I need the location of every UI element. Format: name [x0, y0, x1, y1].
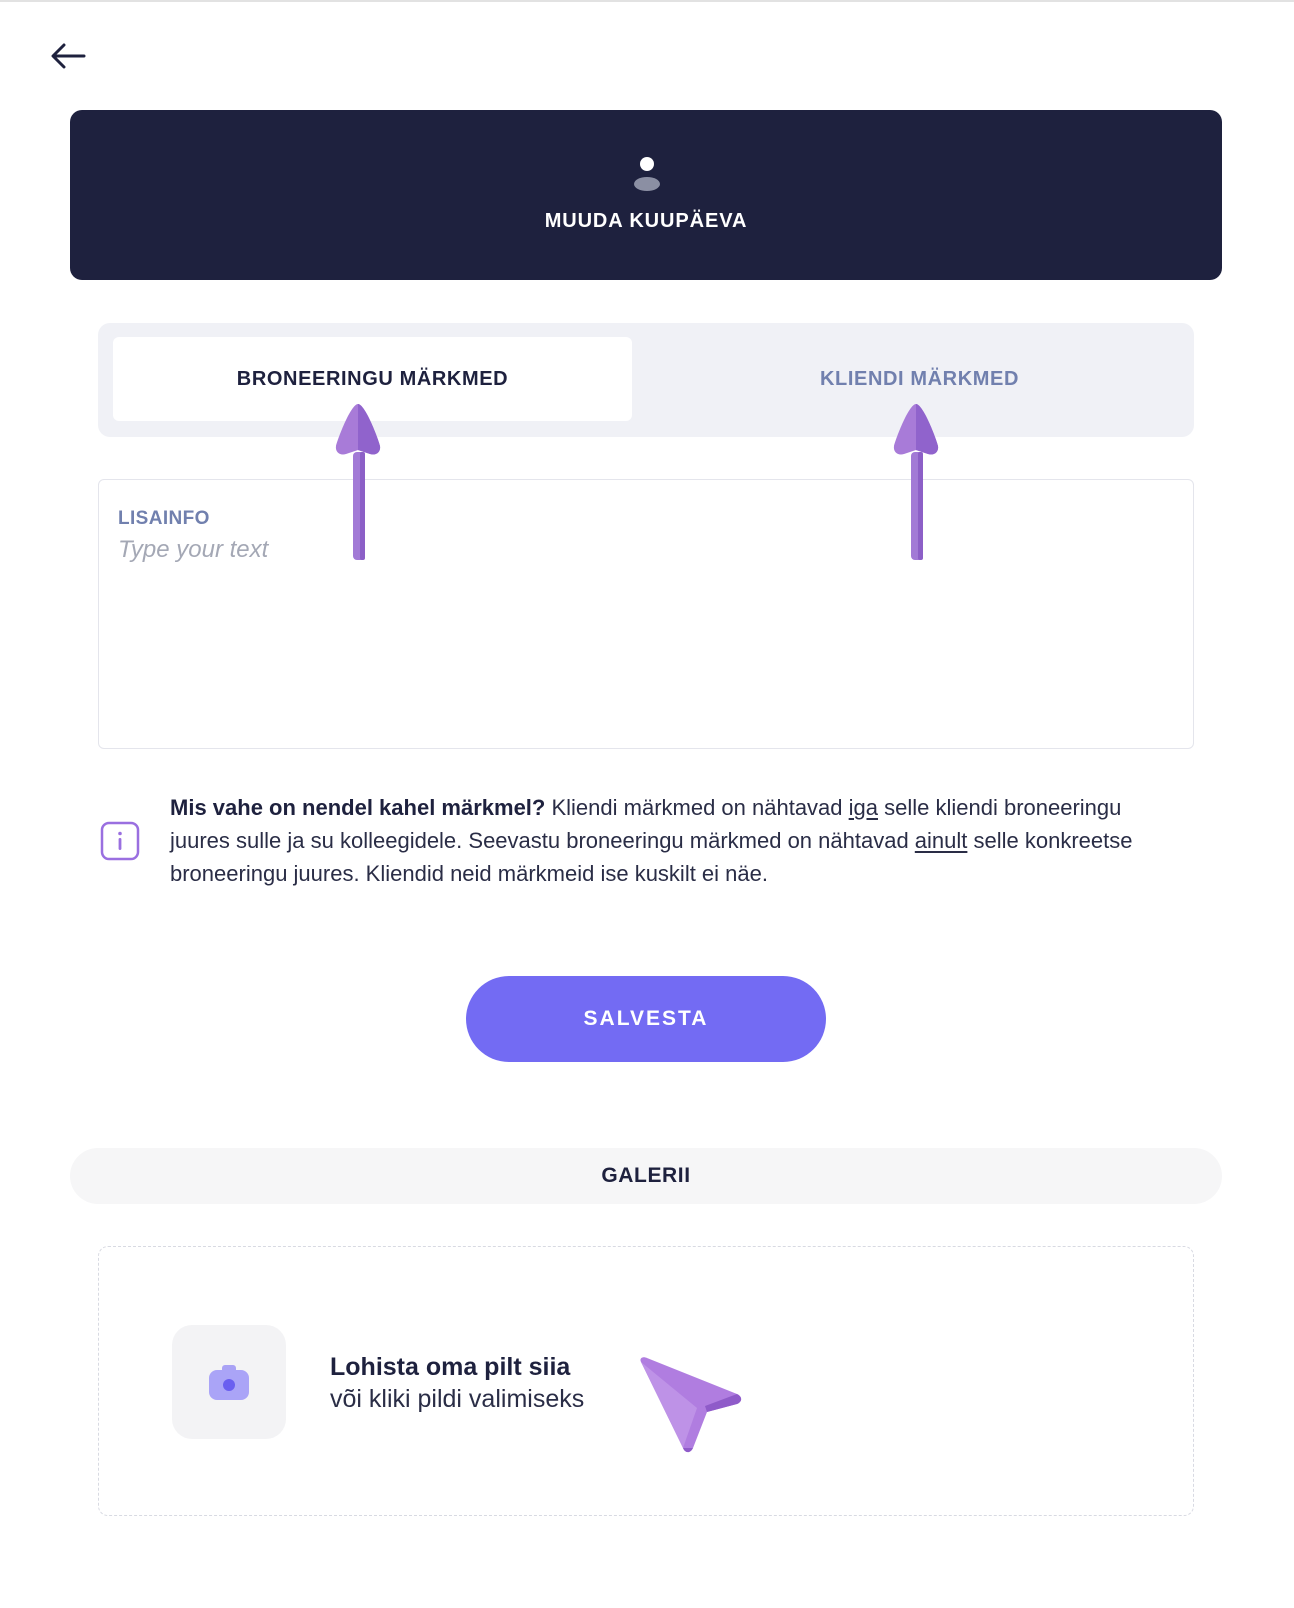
back-button[interactable] — [44, 36, 92, 76]
info-text-part: Kliendi märkmed on nähtavad — [545, 795, 849, 820]
page-title: MUUDA KUUPÄEVA — [544, 210, 748, 232]
camera-button[interactable] — [172, 1325, 286, 1439]
camera-icon — [209, 1365, 249, 1400]
notes-input[interactable] — [118, 536, 1168, 726]
header-card: MUUDA KUUPÄEVA — [70, 110, 1222, 280]
gallery-header[interactable]: GALERII — [70, 1148, 1222, 1204]
info-icon — [100, 821, 140, 861]
dropzone-subtitle: või kliki pildi valimiseks — [330, 1385, 585, 1413]
annotation-pointer-icon — [640, 1357, 742, 1453]
annotation-arrow-icon — [335, 404, 381, 560]
notes-label: LISAINFO — [118, 508, 210, 529]
notes-info-text: Mis vahe on nendel kahel märkmel? Kliend… — [170, 791, 1160, 890]
dropzone-title: Lohista oma pilt siia — [330, 1353, 571, 1381]
top-divider — [0, 0, 1294, 2]
info-emphasis: iga — [848, 795, 879, 820]
arrow-left-icon — [51, 43, 86, 69]
user-icon — [634, 157, 660, 191]
notes-field[interactable]: LISAINFO — [98, 479, 1194, 749]
annotation-arrow-icon — [893, 404, 939, 560]
info-emphasis: ainult — [914, 828, 968, 853]
notes-tabs: BRONEERINGU MÄRKMED KLIENDI MÄRKMED — [98, 323, 1194, 437]
save-button[interactable]: SALVESTA — [466, 976, 826, 1062]
info-question: Mis vahe on nendel kahel märkmel? — [170, 795, 546, 820]
